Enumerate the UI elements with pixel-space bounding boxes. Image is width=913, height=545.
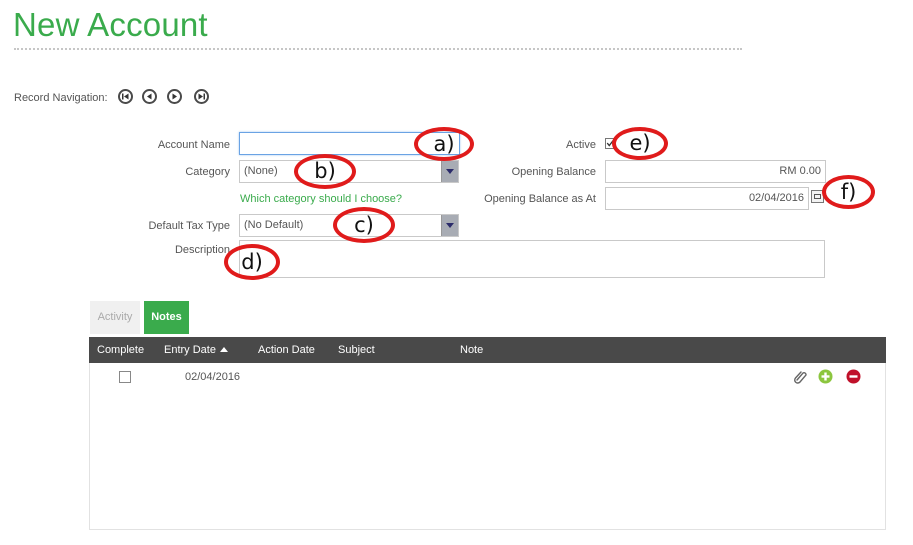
- last-record-button[interactable]: [194, 89, 209, 104]
- record-navigation-label: Record Navigation:: [14, 92, 108, 104]
- column-header-entry-date-label: Entry Date: [164, 344, 216, 356]
- notes-grid-body: 02/04/2016: [89, 363, 886, 530]
- category-label: Category: [185, 166, 230, 178]
- opening-balance-input[interactable]: RM 0.00: [605, 160, 826, 183]
- sort-ascending-icon: [219, 347, 228, 352]
- annotation-d: d): [224, 244, 280, 280]
- chevron-down-icon[interactable]: [441, 215, 458, 236]
- first-record-button[interactable]: [118, 89, 133, 104]
- chevron-down-icon[interactable]: [441, 161, 458, 182]
- skip-first-icon: [122, 93, 129, 100]
- page-title: New Account: [13, 6, 208, 43]
- annotation-e: e): [612, 127, 668, 160]
- column-header-entry-date[interactable]: Entry Date: [164, 344, 228, 356]
- account-name-label: Account Name: [157, 139, 230, 151]
- opening-balance-label: Opening Balance: [511, 166, 596, 178]
- column-header-complete[interactable]: Complete: [97, 344, 144, 356]
- attachment-icon[interactable]: [793, 369, 808, 384]
- default-tax-type-value: (No Default): [244, 219, 304, 231]
- column-header-note[interactable]: Note: [460, 344, 483, 356]
- opening-balance-as-at-label: Opening Balance as At: [484, 193, 596, 205]
- skip-last-icon: [198, 93, 205, 100]
- column-header-action-date[interactable]: Action Date: [258, 344, 315, 356]
- annotation-c: c): [333, 207, 395, 243]
- row-complete-checkbox[interactable]: [119, 371, 131, 383]
- arrow-left-icon: [147, 93, 152, 100]
- default-tax-type-label: Default Tax Type: [148, 220, 230, 232]
- description-textarea[interactable]: [239, 240, 825, 278]
- annotation-a: a): [414, 127, 474, 161]
- opening-balance-date-input[interactable]: 02/04/2016: [605, 187, 809, 210]
- column-header-subject[interactable]: Subject: [338, 344, 375, 356]
- previous-record-button[interactable]: [142, 89, 157, 104]
- active-label: Active: [566, 139, 596, 151]
- next-record-button[interactable]: [167, 89, 182, 104]
- annotation-f: f): [822, 175, 875, 209]
- arrow-right-icon: [172, 93, 177, 100]
- remove-note-icon[interactable]: [846, 369, 861, 384]
- tab-activity[interactable]: Activity: [90, 301, 140, 334]
- tab-notes[interactable]: Notes: [144, 301, 189, 334]
- add-note-icon[interactable]: [818, 369, 833, 384]
- category-help-link[interactable]: Which category should I choose?: [240, 193, 402, 205]
- title-divider: [14, 48, 742, 50]
- category-value: (None): [244, 165, 278, 177]
- notes-grid-header: Complete Entry Date Action Date Subject …: [89, 337, 886, 363]
- row-entry-date: 02/04/2016: [185, 371, 241, 383]
- description-label: Description: [174, 244, 230, 256]
- annotation-b: b): [294, 154, 356, 189]
